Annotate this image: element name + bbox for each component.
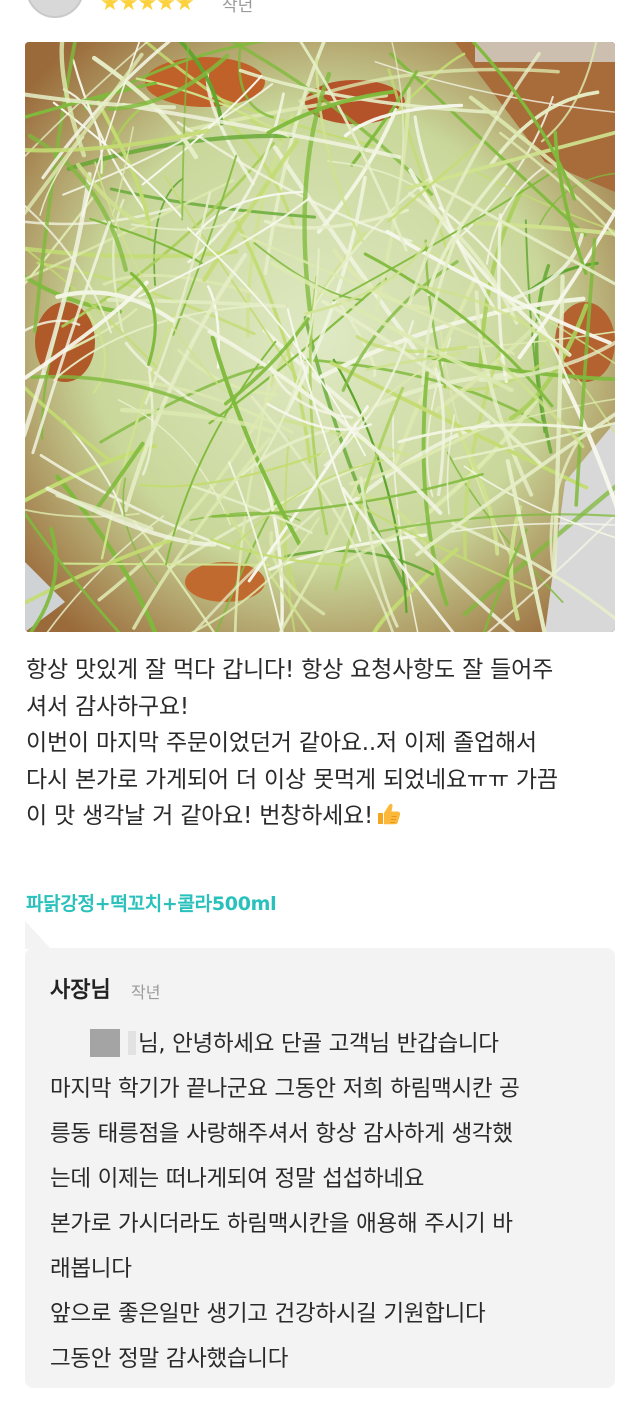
- review-line: 셔서 감사하구요!: [26, 693, 189, 720]
- blurred-customer-name: [50, 1029, 138, 1057]
- owner-name: 사장님: [50, 978, 111, 1003]
- owner-reply-text: 님, 안녕하세요 단골 고객님 반갑습니다 마지막 학기가 끝나군요 그동안 저…: [50, 1022, 605, 1382]
- review-line-text: 이 맛 생각날 거 같아요! 번창하세요!: [26, 803, 374, 829]
- reply-line: 그동안 정말 감사했습니다: [50, 1346, 289, 1372]
- food-photo-illustration: [25, 42, 615, 632]
- reply-line: 는데 이제는 떠나게되여 정말 섭섭하네요: [50, 1166, 425, 1192]
- reply-line: 본가로 가시더라도 하림맥시칸을 애용해 주시기 바: [50, 1211, 513, 1237]
- reply-line: 래봅니다: [50, 1256, 132, 1282]
- review-date: 작년: [222, 0, 254, 16]
- review-text: 항상 맛있게 잘 먹다 갑니다! 항상 요청사항도 잘 들어주 셔서 감사하구요…: [26, 652, 618, 835]
- reply-line-text: 님, 안녕하세요 단골 고객님 반갑습니다: [138, 1031, 499, 1057]
- reply-line: 앞으로 좋은일만 생기고 건강하시길 기원합니다: [50, 1301, 486, 1327]
- reply-line: 님, 안녕하세요 단골 고객님 반갑습니다: [50, 1022, 605, 1067]
- owner-reply: 사장님 작년 님, 안녕하세요 단골 고객님 반갑습니다 마지막 학기가 끝나군…: [25, 948, 615, 1388]
- review-header: ★★★★★ 작년: [0, 0, 640, 22]
- owner-reply-date: 작년: [131, 983, 161, 1002]
- thumbs-up-icon: [378, 803, 401, 825]
- review-line: 이번이 마지막 주문이었던거 같아요..저 이제 졸업해서: [26, 730, 537, 756]
- reply-line: 릉동 태릉점을 사랑해주셔서 항상 감사하게 생각했: [50, 1121, 513, 1147]
- star-rating: ★★★★★: [100, 0, 195, 16]
- review-photo[interactable]: [25, 42, 615, 632]
- reply-bubble-notch: [25, 921, 51, 949]
- avatar[interactable]: [26, 0, 84, 18]
- review-line: 이 맛 생각날 거 같아요! 번창하세요!: [26, 798, 618, 835]
- review-line: 항상 맛있게 잘 먹다 갑니다! 항상 요청사항도 잘 들어주: [26, 657, 554, 683]
- review-line: 다시 본가로 가게되어 더 이상 못먹게 되었네요ㅠㅠ 가끔: [26, 766, 558, 793]
- reply-line: 마지막 학기가 끝나군요 그동안 저희 하림맥시칸 공: [50, 1076, 520, 1102]
- ordered-menu[interactable]: 파닭강정+떡꼬치+콜라500ml: [26, 889, 277, 916]
